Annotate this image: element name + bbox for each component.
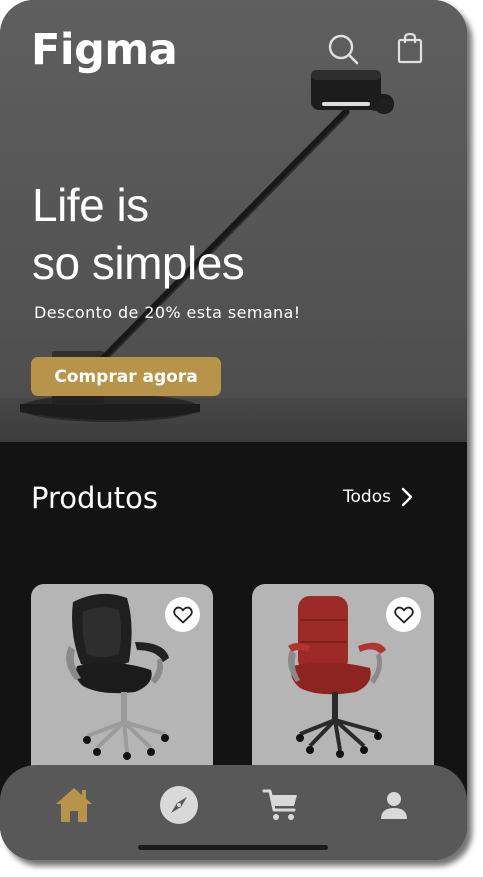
product-card[interactable] [252, 584, 434, 784]
nav-home[interactable] [52, 783, 96, 827]
see-all-link[interactable]: Todos [343, 484, 413, 510]
user-icon [381, 792, 407, 819]
shopping-bag-button[interactable] [392, 30, 428, 66]
product-card[interactable] [31, 584, 213, 784]
products-section-title: Produtos [31, 481, 159, 515]
phone-screen: Figma Life is so simples Desconto de 20%… [0, 0, 467, 860]
home-indicator-bar [138, 845, 328, 850]
heart-icon [172, 606, 193, 623]
hero-title-line-1: Life is [32, 179, 149, 231]
hero-subtitle: Desconto de 20% esta semana! [34, 303, 301, 322]
chevron-right-icon [401, 487, 413, 507]
see-all-label: Todos [343, 487, 391, 507]
hero-title-line-2: so simples [32, 237, 245, 289]
hero-banner: Figma Life is so simples Desconto de 20%… [0, 0, 467, 442]
search-button[interactable] [325, 31, 361, 67]
hero-title: Life is so simples [32, 176, 245, 292]
favorite-button[interactable] [165, 597, 200, 632]
search-icon [328, 34, 359, 65]
nav-profile[interactable] [372, 783, 416, 827]
cart-icon [262, 789, 297, 820]
heart-icon [393, 606, 414, 623]
bottom-navigation [0, 765, 467, 860]
nav-cart[interactable] [259, 783, 303, 827]
nav-explore[interactable] [157, 783, 201, 827]
favorite-button[interactable] [386, 597, 421, 632]
home-icon [56, 788, 92, 822]
app-logo: Figma [31, 25, 178, 75]
buy-now-button[interactable]: Comprar agora [31, 357, 221, 396]
compass-icon [160, 786, 198, 824]
shopping-bag-icon [397, 32, 423, 64]
